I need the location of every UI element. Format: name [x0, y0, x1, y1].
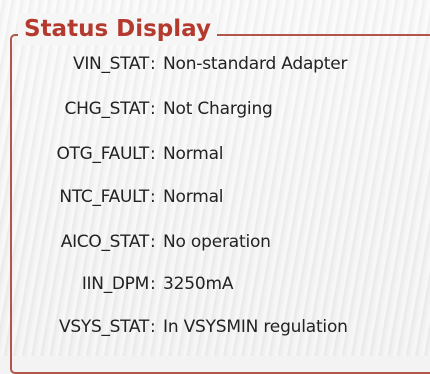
status-row-otg-fault: OTG_FAULT : Normal — [0, 140, 430, 168]
ntc-fault-value: Normal — [163, 187, 224, 207]
separator: : — [150, 99, 156, 119]
separator: : — [150, 232, 156, 252]
vin-stat-value: Non-standard Adapter — [163, 54, 348, 74]
vin-stat-label: VIN_STAT — [72, 54, 149, 74]
aico-stat-label: AICO_STAT — [60, 232, 150, 252]
chg-stat-label: CHG_STAT — [64, 99, 150, 119]
vsys-stat-value: In VSYSMIN regulation — [163, 317, 348, 337]
status-row-iin-dpm: IIN_DPM : 3250mA — [0, 270, 430, 298]
status-row-vsys-stat: VSYS_STAT : In VSYSMIN regulation — [0, 313, 430, 341]
aico-stat-value: No operation — [163, 232, 271, 252]
separator: : — [150, 317, 156, 337]
separator: : — [150, 54, 156, 74]
vsys-stat-label: VSYS_STAT — [59, 317, 149, 337]
iin-dpm-value: 3250mA — [163, 274, 234, 294]
separator: : — [150, 274, 156, 294]
status-display-title: Status Display — [18, 13, 217, 45]
ntc-fault-label: NTC_FAULT — [59, 187, 149, 207]
status-row-chg-stat: CHG_STAT : Not Charging — [0, 95, 430, 123]
separator: : — [150, 144, 156, 164]
otg-fault-value: Normal — [163, 144, 224, 164]
chg-stat-value: Not Charging — [163, 99, 273, 119]
status-row-aico-stat: AICO_STAT : No operation — [0, 228, 430, 256]
separator: : — [150, 187, 156, 207]
otg-fault-label: OTG_FAULT — [56, 144, 149, 164]
iin-dpm-label: IIN_DPM — [81, 274, 149, 294]
status-row-vin-stat: VIN_STAT : Non-standard Adapter — [0, 50, 430, 78]
status-display-panel: Status Display VIN_STAT : Non-standard A… — [0, 0, 430, 374]
status-row-ntc-fault: NTC_FAULT : Normal — [0, 183, 430, 211]
